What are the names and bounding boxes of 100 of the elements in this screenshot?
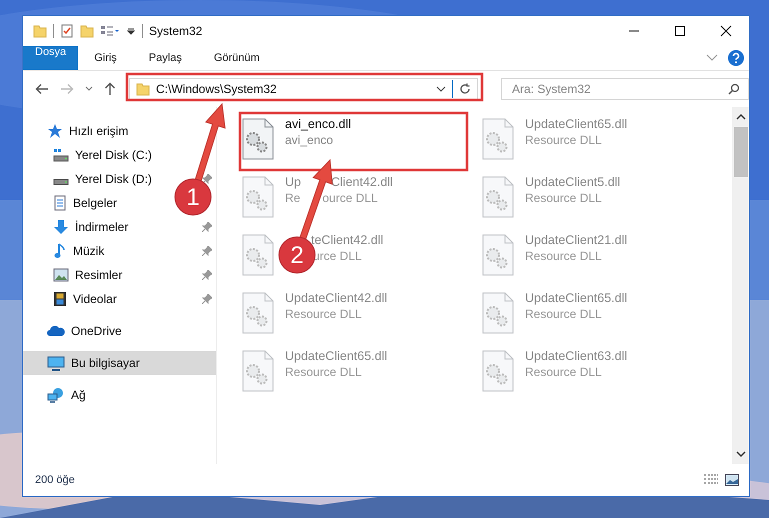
sidebar-item[interactable]: Yerel Disk (D:) xyxy=(23,167,158,191)
down-arrow-icon xyxy=(53,219,69,235)
monitor-icon xyxy=(47,356,65,370)
gear-file-icon[interactable] xyxy=(481,233,515,277)
sidebar-label: Belgeler xyxy=(73,196,118,210)
large-icons-view-icon[interactable] xyxy=(725,474,739,486)
pin-icon[interactable] xyxy=(202,174,212,184)
gear-file-icon[interactable] xyxy=(241,291,275,335)
sidebar-item[interactable]: OneDrive xyxy=(23,319,128,343)
search-field[interactable]: Ara: System32 xyxy=(501,78,749,100)
drive-icon xyxy=(53,179,69,185)
sidebar-item[interactable]: İndirmeler xyxy=(23,215,134,239)
item-count: 200 öğe xyxy=(35,474,75,486)
file-tab[interactable]: Dosya xyxy=(23,46,78,70)
minimize-icon xyxy=(628,30,640,32)
refresh-icon[interactable] xyxy=(459,83,471,95)
sidebar-item[interactable]: Belgeler xyxy=(23,191,124,215)
file-type: Resource DLL xyxy=(525,249,603,263)
maximize-icon xyxy=(674,25,686,37)
file-type: Resource DLL xyxy=(285,365,363,379)
file-name: UpdateClient5.dll xyxy=(525,175,620,189)
scroll-up-icon[interactable] xyxy=(736,113,746,121)
gear-file-icon[interactable] xyxy=(241,233,275,277)
gear-file-icon[interactable] xyxy=(241,175,275,219)
sidebar-label: Videolar xyxy=(73,292,117,306)
gear-file-icon[interactable] xyxy=(241,117,275,161)
file-name: UpdateClient42.dll xyxy=(285,291,388,305)
file-type: ource DLL xyxy=(322,191,378,205)
sidebar-item[interactable]: Videolar xyxy=(23,287,123,311)
file-type: Resource DLL xyxy=(525,307,603,321)
gear-file-icon[interactable] xyxy=(481,291,515,335)
address-path: C:\Windows\System32 xyxy=(156,82,278,96)
sidebar-label: Bu bilgisayar xyxy=(71,356,140,370)
chevron-down-icon[interactable] xyxy=(85,86,93,92)
file-name: UpdateClient63.dll xyxy=(525,349,628,363)
drive-icon xyxy=(53,148,69,162)
address-bar[interactable]: C:\Windows\System32 xyxy=(129,78,478,100)
search-icon[interactable] xyxy=(728,83,740,95)
sidebar-item[interactable]: Müzik xyxy=(23,239,110,263)
sidebar-item[interactable]: Hızlı erişim xyxy=(23,119,134,143)
pin-icon[interactable] xyxy=(202,294,212,304)
sidebar-label: Yerel Disk (D:) xyxy=(75,172,152,186)
sidebar-item[interactable]: Bu bilgisayar xyxy=(23,351,216,375)
pin-icon[interactable] xyxy=(202,222,212,232)
ribbon-tab[interactable]: Giriş xyxy=(78,46,133,70)
file-type: Re xyxy=(285,191,300,205)
sidebar-label: Yerel Disk (C:) xyxy=(75,148,152,162)
file-type: Resource DLL xyxy=(285,307,363,321)
file-name: UpdateClient65.dll xyxy=(285,349,388,363)
folder-icon[interactable] xyxy=(33,24,47,38)
forward-arrow-icon[interactable] xyxy=(60,83,74,95)
properties-icon[interactable] xyxy=(100,24,120,38)
details-view-icon[interactable] xyxy=(703,474,719,486)
sidebar-label: Müzik xyxy=(73,244,104,258)
star-icon xyxy=(47,123,63,139)
file-name: teClient42.dll xyxy=(311,233,384,247)
scrollbar[interactable] xyxy=(732,107,749,464)
file-name: UpdateClient65.dll xyxy=(525,291,628,305)
gear-file-icon[interactable] xyxy=(481,175,515,219)
chevron-down-icon[interactable] xyxy=(436,86,446,92)
file-name: UpdateClient21.dll xyxy=(525,233,628,247)
close-icon xyxy=(720,25,732,37)
file-name: Up xyxy=(285,175,301,189)
ribbon-tab[interactable]: Görünüm xyxy=(198,46,276,70)
folder-icon xyxy=(136,82,150,96)
file-type: Resource DLL xyxy=(525,191,603,205)
sidebar-item[interactable]: Resimler xyxy=(23,263,128,287)
sidebar-item[interactable]: Yerel Disk (C:) xyxy=(23,143,158,167)
sidebar-label: OneDrive xyxy=(71,324,122,338)
scroll-down-icon[interactable] xyxy=(736,450,746,458)
image-icon xyxy=(53,268,69,282)
cloud-icon xyxy=(47,325,65,337)
folder-icon[interactable] xyxy=(80,24,94,38)
expand-ribbon-icon[interactable] xyxy=(706,54,718,62)
back-arrow-icon[interactable] xyxy=(35,83,49,95)
sidebar-label: Hızlı erişim xyxy=(69,124,128,138)
document-icon xyxy=(53,195,67,211)
sidebar-label: Resimler xyxy=(75,268,122,282)
window-title: System32 xyxy=(149,24,202,38)
film-icon xyxy=(53,291,67,307)
checklist-icon[interactable] xyxy=(60,24,74,38)
music-note-icon xyxy=(53,243,67,259)
file-name: UpdateClient65.dll xyxy=(525,117,628,131)
sidebar-label: İndirmeler xyxy=(75,220,128,234)
sidebar-label: Ağ xyxy=(71,388,86,402)
ribbon-tab[interactable]: Paylaş xyxy=(132,46,198,70)
network-icon xyxy=(47,387,65,403)
gear-file-icon[interactable] xyxy=(241,349,275,393)
help-icon[interactable] xyxy=(728,50,744,66)
sidebar-item[interactable]: Ağ xyxy=(23,383,92,407)
up-arrow-icon[interactable] xyxy=(104,82,116,96)
gear-file-icon[interactable] xyxy=(481,117,515,161)
file-type: Resource DLL xyxy=(525,133,603,147)
pin-icon[interactable] xyxy=(202,270,212,280)
pin-icon[interactable] xyxy=(202,246,212,256)
scrollbar-thumb[interactable] xyxy=(734,127,748,177)
file-type: avi_enco xyxy=(285,133,334,147)
file-name: avi_enco.dll xyxy=(285,117,352,131)
gear-file-icon[interactable] xyxy=(481,349,515,393)
file-type: Resource DLL xyxy=(525,365,603,379)
